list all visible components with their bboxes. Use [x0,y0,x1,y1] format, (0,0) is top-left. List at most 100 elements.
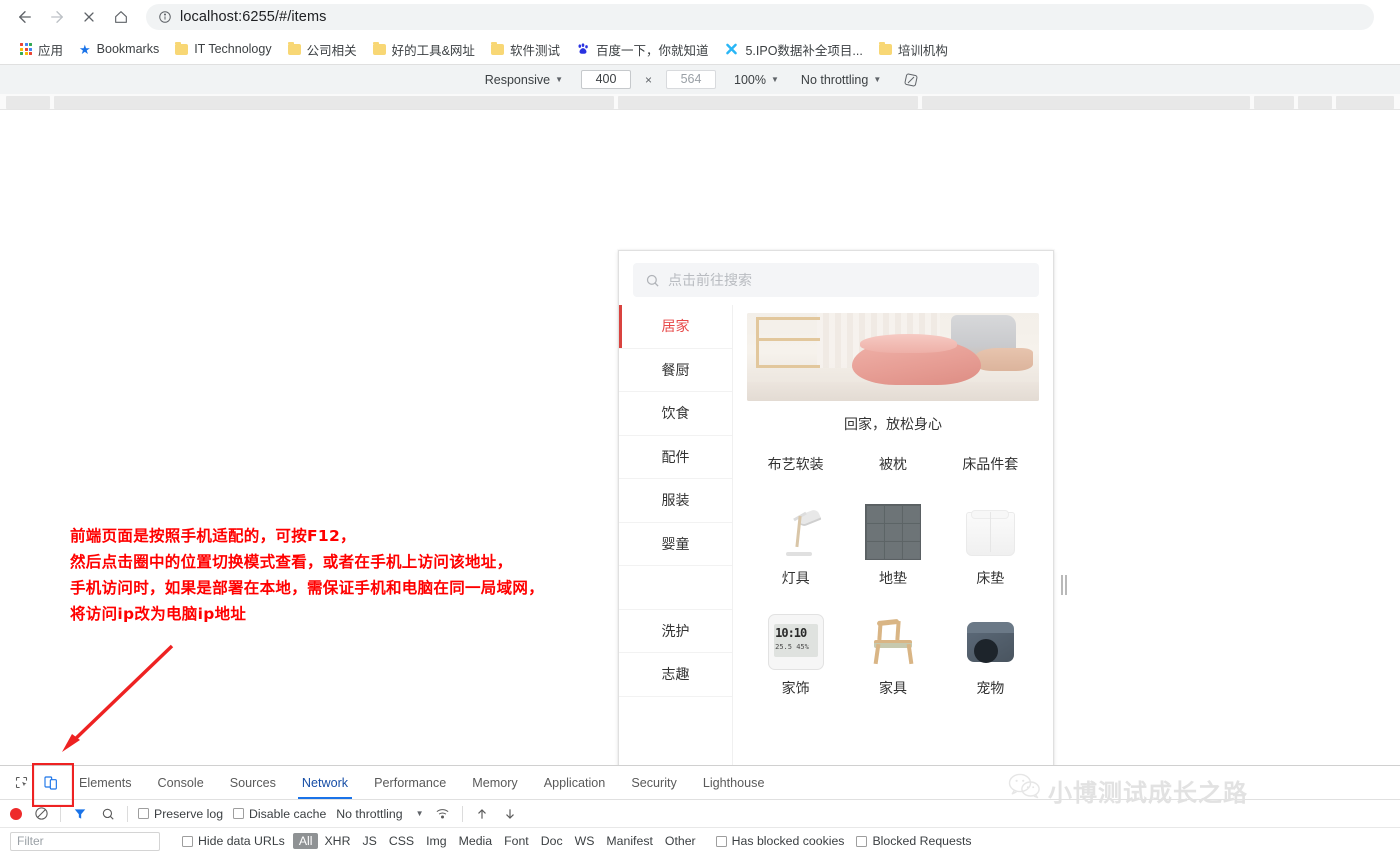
bookmark-ipo-project[interactable]: 5.IPO数据补全项目... [716,37,870,62]
viewport-resize-handle-right[interactable] [1061,575,1068,595]
product-cell[interactable]: 被枕 [844,454,941,474]
bookmark-bookmarks[interactable]: ★ Bookmarks [71,39,167,59]
filter-type-img[interactable]: Img [420,834,453,848]
bookmark-good-tools[interactable]: 好的工具&网址 [365,37,483,62]
devtools-tab-memory[interactable]: Memory [459,766,530,799]
product-cell[interactable]: 宠物 [942,614,1039,698]
filter-type-doc[interactable]: Doc [535,834,569,848]
checkbox-box [182,835,193,847]
blocked-requests-label: Blocked Requests [872,834,972,848]
tab-label: Performance [374,775,447,790]
category-content: 回家，放松身心 布艺软装 被枕 床品件套 灯具 地垫 床垫 10:10 25.5… [733,305,1053,765]
export-har-icon[interactable] [501,805,519,823]
category-label: 志趣 [661,666,690,683]
bookmark-software-testing[interactable]: 软件测试 [483,37,568,62]
funnel-icon[interactable] [71,805,89,823]
category-label: 婴童 [661,535,690,552]
category-item-yinshi[interactable]: 饮食 [619,392,732,436]
folder-icon [287,41,301,55]
filter-type-css[interactable]: CSS [383,834,420,848]
filter-type-ws[interactable]: WS [569,834,601,848]
bookmark-apps[interactable]: 应用 [12,37,71,62]
devtools-tab-performance[interactable]: Performance [361,766,459,799]
preserve-log-checkbox[interactable]: Preserve log [138,807,223,821]
network-conditions-icon[interactable] [434,805,452,823]
record-dot-icon[interactable] [10,807,22,820]
product-label: 家饰 [781,680,810,696]
search-icon[interactable] [99,805,117,823]
folder-icon [490,41,504,55]
filter-type-other[interactable]: Other [659,834,702,848]
filter-type-all[interactable]: All [292,833,319,849]
bookmark-label: 应用 [38,43,64,58]
device-emulation-toolbar: Responsive ▼ 400 × 564 100% ▼ No throttl… [0,64,1400,94]
product-cell[interactable]: 10:10 25.5 45% 家饰 [747,614,844,698]
devtools-tab-network[interactable]: Network [289,766,361,799]
forward-arrow-icon[interactable] [42,2,72,32]
viewport-width-input[interactable]: 400 [581,70,631,89]
tab-label: Security [631,775,677,790]
chevron-down-icon: ▼ [555,75,563,84]
filter-input[interactable]: Filter [10,831,160,851]
filter-type-js[interactable]: JS [356,834,382,848]
disable-cache-checkbox[interactable]: Disable cache [233,807,326,821]
product-cell[interactable]: 布艺软装 [747,454,844,474]
hide-data-urls-checkbox[interactable]: Hide data URLs [182,834,285,848]
category-item-canchu[interactable]: 餐厨 [619,349,732,392]
clear-icon[interactable] [32,805,50,823]
search-placeholder: 点击前往搜索 [668,272,752,288]
baidu-icon [576,42,590,56]
zoom-value: 100% [734,72,766,87]
checkbox-box [233,808,245,819]
category-item-peijian[interactable]: 配件 [619,436,732,479]
filter-type-xhr[interactable]: XHR [318,834,356,848]
x-mark-icon [724,42,739,56]
info-circle-icon [158,10,172,24]
filter-type-media[interactable]: Media [453,834,499,848]
product-grid: 布艺软装 被枕 床品件套 灯具 地垫 床垫 10:10 25.5 45% 家饰 … [747,454,1039,698]
throttling-label: No throttling [336,806,403,821]
category-item-zhiqu[interactable]: 志趣 [619,653,732,697]
bookmark-company[interactable]: 公司相关 [280,37,365,62]
viewport-height-input[interactable]: 564 [666,70,717,89]
devtools-tab-console[interactable]: Console [145,766,217,799]
bookmark-it-technology[interactable]: IT Technology [167,39,279,59]
product-cell[interactable]: 家具 [844,614,941,698]
blocked-requests-checkbox[interactable]: Blocked Requests [856,834,972,848]
product-cell[interactable]: 地垫 [844,504,941,588]
bookmark-baidu[interactable]: 百度一下，你就知道 [568,37,717,62]
product-cell[interactable]: 床品件套 [942,454,1039,474]
filter-type-font[interactable]: Font [498,834,535,848]
filter-type-manifest[interactable]: Manifest [600,834,658,848]
rotate-device-icon[interactable] [903,72,919,88]
browser-chrome: localhost:6255/#/items 应用 ★ Bookmarks IT… [0,0,1400,64]
bookmark-training[interactable]: 培训机构 [871,37,956,62]
promo-banner-image[interactable] [747,313,1039,401]
has-blocked-cookies-checkbox[interactable]: Has blocked cookies [715,834,844,848]
network-throttling-select[interactable]: No throttling ▼ [336,807,423,821]
bookmark-label: IT Technology [194,42,272,56]
bookmark-label: 培训机构 [897,43,948,58]
import-har-icon[interactable] [473,805,491,823]
devtools-tab-security[interactable]: Security [618,766,690,799]
device-select[interactable]: Responsive ▼ [481,71,567,89]
throttling-select[interactable]: No throttling ▼ [797,71,885,89]
devtools-tab-application[interactable]: Application [531,766,619,799]
category-item-fuzhuang[interactable]: 服装 [619,479,732,523]
devtools-tab-lighthouse[interactable]: Lighthouse [690,766,778,799]
category-item-jujia[interactable]: 居家 [619,305,732,349]
product-cell[interactable]: 灯具 [747,504,844,588]
stop-loading-icon[interactable] [74,2,104,32]
checkbox-box [138,808,149,819]
back-arrow-icon[interactable] [10,2,40,32]
category-item-yingtong[interactable]: 婴童 [619,523,732,566]
home-icon[interactable] [106,2,136,32]
search-input[interactable]: 点击前往搜索 [633,263,1039,297]
category-item-obscured[interactable] [619,566,732,610]
devtools-tab-elements[interactable]: Elements [66,766,145,799]
devtools-tab-sources[interactable]: Sources [217,766,289,799]
category-item-xihu[interactable]: 洗护 [619,610,732,653]
address-bar[interactable]: localhost:6255/#/items [146,4,1374,30]
zoom-select[interactable]: 100% ▼ [730,71,783,89]
product-cell[interactable]: 床垫 [942,504,1039,588]
